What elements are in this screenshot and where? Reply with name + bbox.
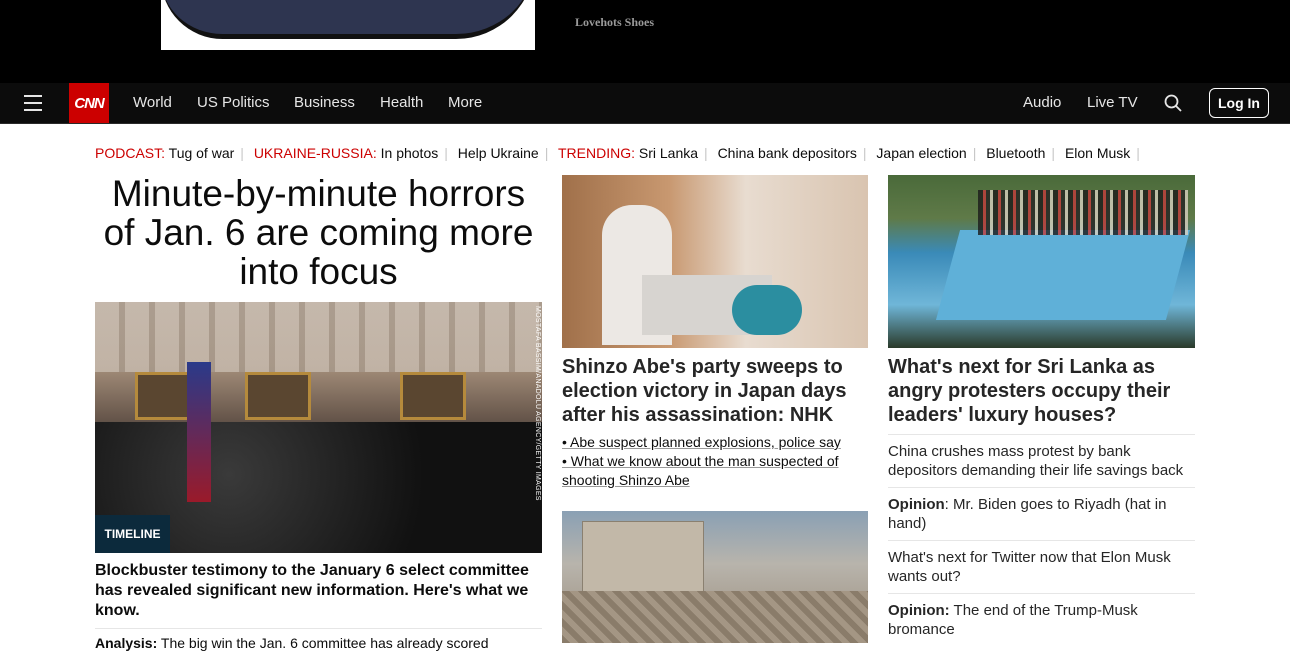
flag xyxy=(187,362,211,502)
list-item[interactable]: Opinion: The end of the Trump-Musk broma… xyxy=(888,601,1195,639)
trend-china-bank[interactable]: China bank depositors xyxy=(718,145,857,161)
ad-shoe-image[interactable] xyxy=(161,0,535,50)
arm xyxy=(732,285,802,335)
related-link[interactable]: • Abe suspect planned explosions, police… xyxy=(562,433,868,452)
cnn-logo[interactable]: CNN xyxy=(69,83,109,123)
painting xyxy=(245,372,311,420)
divider xyxy=(888,487,1195,488)
shoe-graphic xyxy=(161,0,535,39)
japan-story-image[interactable] xyxy=(562,175,868,348)
rotunda-wall xyxy=(95,302,542,372)
related-link[interactable]: • What we know about the man suspected o… xyxy=(562,452,868,490)
list-item[interactable]: China crushes mass protest by bank depos… xyxy=(888,442,1195,480)
trending-bar: PODCAST: Tug of war | UKRAINE-RUSSIA: In … xyxy=(95,145,1140,161)
sri-lanka-story-image[interactable] xyxy=(888,175,1195,348)
nav-item-business[interactable]: Business xyxy=(294,94,355,111)
trend-japan-election[interactable]: Japan election xyxy=(876,145,966,161)
painting xyxy=(400,372,466,420)
nav-item-audio[interactable]: Audio xyxy=(1023,94,1061,111)
japan-headline[interactable]: Shinzo Abe's party sweeps to election vi… xyxy=(562,355,868,427)
rubble xyxy=(562,591,868,643)
ad-banner[interactable]: Lovehots Shoes xyxy=(0,0,1290,83)
trend-bluetooth[interactable]: Bluetooth xyxy=(986,145,1045,161)
divider xyxy=(888,540,1195,541)
top-navigation: CNN World US Politics Business Health Mo… xyxy=(0,83,1290,124)
list-item[interactable]: Opinion: Mr. Biden goes to Riyadh (hat i… xyxy=(888,495,1195,533)
sri-lanka-headline[interactable]: What's next for Sri Lanka as angry prote… xyxy=(888,355,1195,427)
timeline-badge: TIMELINE xyxy=(95,515,170,553)
trend-help-ukraine[interactable]: Help Ukraine xyxy=(458,145,539,161)
login-button[interactable]: Log In xyxy=(1209,88,1269,118)
lead-headline[interactable]: Minute-by-minute horrors of Jan. 6 are c… xyxy=(95,174,542,291)
trend-sri-lanka[interactable]: TRENDING: Sri Lanka xyxy=(558,145,698,161)
rubble-story-image[interactable] xyxy=(562,511,868,643)
lead-subhead[interactable]: Blockbuster testimony to the January 6 s… xyxy=(95,561,542,621)
divider xyxy=(888,434,1195,435)
trend-podcast[interactable]: PODCAST: Tug of war xyxy=(95,145,234,161)
trend-ukraine[interactable]: UKRAINE-RUSSIA: In photos xyxy=(254,145,438,161)
japan-related-links: • Abe suspect planned explosions, police… xyxy=(562,433,868,490)
crowd xyxy=(978,190,1188,235)
nav-item-world[interactable]: World xyxy=(133,94,172,111)
trend-elon-musk[interactable]: Elon Musk xyxy=(1065,145,1130,161)
divider xyxy=(888,593,1195,594)
pool xyxy=(935,230,1191,320)
nav-item-more[interactable]: More xyxy=(448,94,482,111)
nav-item-live-tv[interactable]: Live TV xyxy=(1087,94,1138,111)
photo-credit: MOSTAFA BASSIM/ANADOLU AGENCY/GETTY IMAG… xyxy=(534,306,541,501)
menu-icon[interactable] xyxy=(24,95,42,111)
nav-item-us-politics[interactable]: US Politics xyxy=(197,94,270,111)
divider xyxy=(95,628,542,629)
analysis-link[interactable]: Analysis: The big win the Jan. 6 committ… xyxy=(95,635,489,651)
list-item[interactable]: What's next for Twitter now that Elon Mu… xyxy=(888,548,1195,586)
nav-item-health[interactable]: Health xyxy=(380,94,423,111)
ad-brand-label[interactable]: Lovehots Shoes xyxy=(575,15,654,30)
search-icon[interactable] xyxy=(1164,94,1182,112)
